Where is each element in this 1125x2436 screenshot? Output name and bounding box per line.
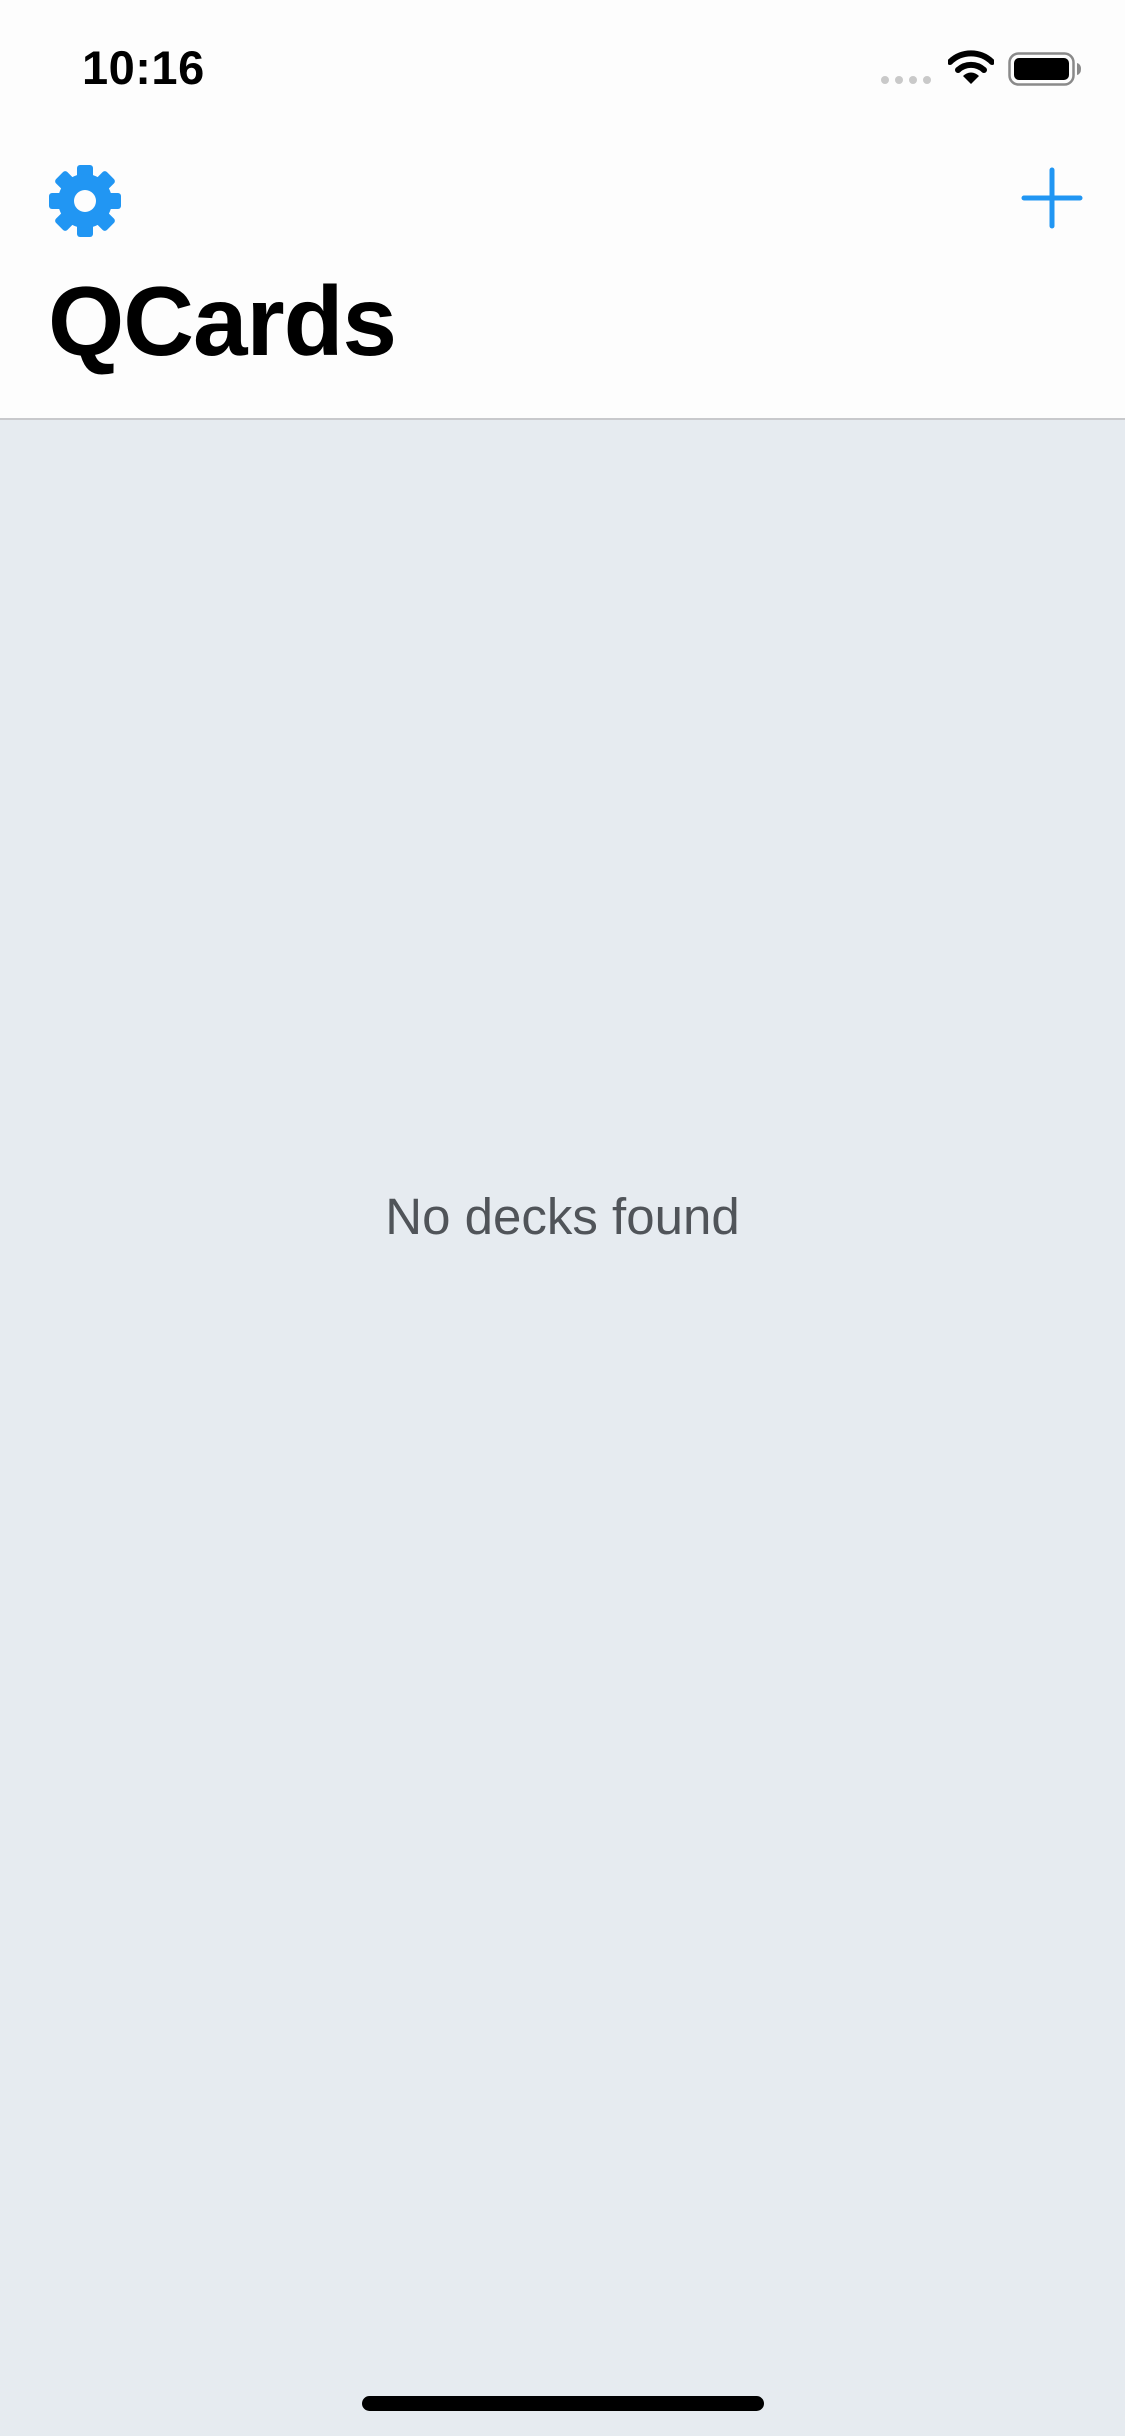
empty-state-message: No decks found — [385, 1188, 740, 1245]
battery-icon — [1008, 52, 1081, 86]
status-time: 10:16 — [82, 41, 205, 94]
settings-button[interactable] — [46, 162, 124, 240]
plus-icon — [1021, 167, 1083, 229]
wifi-icon — [948, 50, 994, 84]
status-bar: 10:16 — [0, 0, 1125, 132]
cellular-signal-icon — [881, 76, 931, 84]
deck-list: No decks found — [0, 420, 1125, 2436]
page-title: QCards — [48, 266, 397, 376]
gear-icon — [49, 165, 121, 237]
add-deck-button[interactable] — [1016, 162, 1088, 234]
home-indicator[interactable] — [362, 2396, 764, 2411]
navigation-bar — [0, 132, 1125, 264]
header: 10:16 QCards — [0, 0, 1125, 420]
